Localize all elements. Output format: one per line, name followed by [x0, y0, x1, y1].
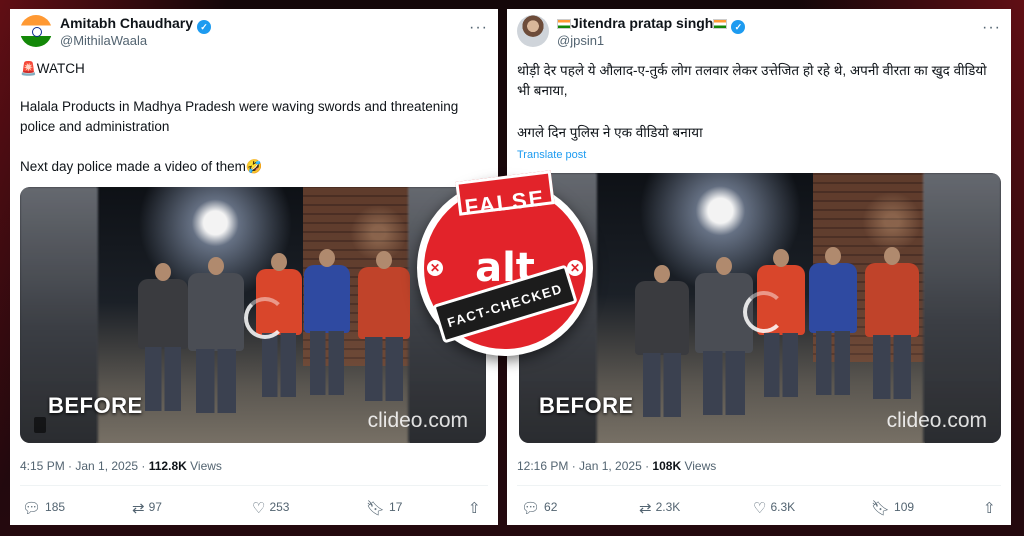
like-button[interactable]: ♡ 253 — [252, 499, 289, 517]
bookmark-button[interactable]: 🔖︎ 17 — [366, 499, 402, 517]
right-avatar[interactable] — [517, 15, 549, 47]
bookmark-count: 17 — [389, 500, 403, 514]
bookmark-icon: 🔖︎ — [366, 500, 386, 517]
right-post-video[interactable]: BEFORE clideo.com — [519, 173, 1001, 443]
loading-spinner-icon — [244, 297, 286, 339]
repost-button[interactable]: ⇄ 97 — [132, 499, 162, 517]
left-author-name-line[interactable]: Amitabh Chaudhary ✓ — [60, 15, 212, 34]
left-post-line-2: Halala Products in Madhya Pradesh were w… — [20, 99, 459, 134]
video-blur-right — [923, 173, 1001, 443]
person — [809, 247, 857, 395]
left-post-timestamp: 4:15 PM · Jan 1, 2025 · 112.8K Views — [20, 459, 222, 473]
india-flag-icon — [557, 19, 571, 29]
like-button[interactable]: ♡ 6.3K — [753, 499, 795, 517]
right-post-line-1: थोड़ी देर पहले ये औलाद-ए-तुर्क लोग तलवार… — [517, 63, 987, 98]
before-label: BEFORE — [48, 393, 143, 418]
right-action-bar: 💬︎ 62 ⇄ 2.3K ♡ 6.3K 🔖︎ 109 ⇧ — [517, 499, 1001, 519]
left-views-count: 112.8K — [148, 459, 187, 473]
repost-icon: ⇄ — [132, 500, 145, 517]
right-post-timestamp: 12:16 PM · Jan 1, 2025 · 108K Views — [517, 459, 716, 473]
verified-badge-icon: ✓ — [197, 20, 212, 34]
bookmark-button[interactable]: 🔖︎ 109 — [871, 499, 914, 517]
more-options-icon[interactable]: ··· — [982, 19, 1001, 37]
reply-icon: 💬︎ — [521, 500, 541, 517]
bookmark-icon: 🔖︎ — [871, 500, 891, 517]
watermark: clideo.com — [367, 409, 468, 432]
left-time[interactable]: 4:15 PM · Jan 1, 2025 · — [20, 459, 149, 473]
left-views-label: Views — [186, 459, 222, 473]
person — [635, 265, 689, 417]
left-post-video[interactable]: BEFORE clideo.com — [20, 187, 486, 443]
altnews-false-badge: FALSE ✕ ✕ alt news FACT-CHECKED — [417, 170, 593, 356]
left-action-bar: 💬︎ 185 ⇄ 97 ♡ 253 🔖︎ 17 ⇧ — [20, 499, 488, 519]
person — [304, 249, 350, 395]
left-post-line-3: Next day police made a video of them🤣 — [20, 159, 263, 174]
translate-post-link[interactable]: Translate post — [517, 149, 586, 161]
reply-button[interactable]: 💬︎ 62 — [521, 499, 557, 517]
right-author-handle[interactable]: @jpsin1 — [557, 33, 604, 48]
right-post-line-2: अगले दिन पुलिस ने एक वीडियो बनाया — [517, 125, 703, 140]
right-views-count: 108K — [652, 459, 682, 473]
right-author-name-line[interactable]: Jitendra pratap singh ✓ — [557, 15, 746, 34]
person — [188, 257, 244, 413]
reply-count: 185 — [45, 500, 66, 514]
left-post-line-1: 🚨WATCH — [20, 61, 85, 76]
bookmark-count: 109 — [894, 500, 915, 514]
repost-count: 2.3K — [655, 500, 681, 514]
left-avatar[interactable] — [20, 15, 52, 47]
like-count: 6.3K — [770, 500, 796, 514]
repost-button[interactable]: ⇄ 2.3K — [639, 499, 680, 517]
right-views-label: Views — [681, 459, 717, 473]
repost-count: 97 — [148, 500, 162, 514]
share-button[interactable]: ⇧ — [468, 499, 485, 517]
right-post-header: Jitendra pratap singh ✓ @jpsin1 ··· — [517, 15, 1001, 55]
person — [358, 251, 410, 401]
heart-icon: ♡ — [753, 500, 767, 517]
share-icon: ⇧ — [468, 500, 481, 517]
divider — [517, 485, 1001, 486]
before-label: BEFORE — [539, 393, 634, 418]
share-icon: ⇧ — [983, 500, 996, 517]
reply-icon: 💬︎ — [22, 500, 42, 517]
heart-icon: ♡ — [252, 500, 266, 517]
person — [138, 263, 188, 411]
watermark: clideo.com — [886, 409, 987, 432]
right-author-name[interactable]: Jitendra pratap singh — [571, 15, 713, 31]
right-time[interactable]: 12:16 PM · Jan 1, 2025 · — [517, 459, 652, 473]
verified-badge-icon: ✓ — [731, 20, 746, 34]
india-flag-icon — [713, 19, 728, 29]
left-author-handle[interactable]: @MithilaWaala — [60, 33, 147, 48]
repost-icon: ⇄ — [639, 500, 652, 517]
mute-icon[interactable] — [34, 417, 46, 433]
more-options-icon[interactable]: ··· — [469, 19, 488, 37]
left-author-name[interactable]: Amitabh Chaudhary — [60, 15, 193, 31]
divider — [20, 485, 488, 486]
share-button[interactable]: ⇧ — [983, 499, 1000, 517]
person — [865, 247, 919, 399]
reply-button[interactable]: 💬︎ 185 — [22, 499, 65, 517]
loading-spinner-icon — [743, 291, 785, 333]
like-count: 253 — [269, 500, 290, 514]
left-post-header: Amitabh Chaudhary ✓ @MithilaWaala ··· — [20, 15, 488, 55]
reply-count: 62 — [544, 500, 558, 514]
